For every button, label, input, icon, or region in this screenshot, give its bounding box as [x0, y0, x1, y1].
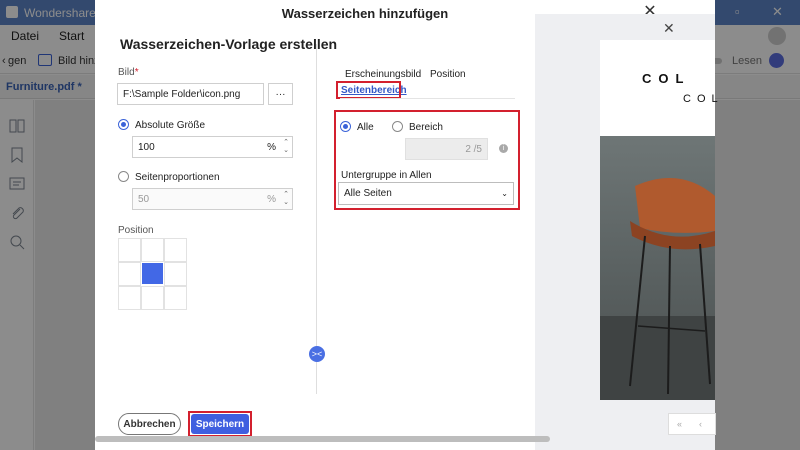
preview-page: COL COL	[600, 40, 718, 400]
tab-highlight-box	[336, 81, 401, 99]
all-pages-label: Alle	[357, 122, 374, 133]
page-proportion-radio[interactable]	[118, 171, 129, 182]
range-label: Bereich	[409, 122, 443, 133]
absolute-size-stepper[interactable]: ⌃ ⌄	[283, 139, 289, 155]
position-cell-center-selected[interactable]	[142, 263, 163, 284]
position-cell-bottom-left[interactable]	[118, 286, 141, 310]
all-pages-radio[interactable]	[340, 121, 351, 132]
cancel-button[interactable]: Abbrechen	[118, 413, 181, 435]
preview-photo	[600, 136, 715, 400]
page-proportion-input[interactable]: 50 % ⌃ ⌄	[132, 188, 293, 210]
info-icon[interactable]: i	[499, 144, 508, 153]
chevron-down-icon: ⌄	[501, 189, 508, 198]
absolute-size-label: Absolute Größe	[135, 120, 206, 131]
page-proportion-stepper[interactable]: ⌃ ⌄	[283, 191, 289, 207]
tab-position[interactable]: Position	[430, 69, 466, 80]
preview-panel: ✕ COL COL « ‹	[535, 14, 718, 450]
position-grid	[118, 238, 188, 310]
watermark-dialog: Wasserzeichen hinzufügen ✕ ✕ COL COL « ‹	[95, 0, 718, 450]
position-cell-middle-right[interactable]	[164, 262, 187, 286]
tab-underline	[340, 98, 515, 99]
browse-button[interactable]: ···	[268, 83, 293, 105]
position-cell-middle-left[interactable]	[118, 262, 141, 286]
preview-close-icon[interactable]: ✕	[663, 20, 675, 37]
horizontal-scrollbar[interactable]	[95, 436, 550, 442]
absolute-size-radio[interactable]	[118, 119, 129, 130]
position-cell-top-right[interactable]	[164, 238, 187, 262]
position-cell-top-center[interactable]	[141, 238, 164, 262]
preview-page-nav[interactable]: « ‹	[668, 413, 716, 435]
subset-label: Untergruppe in Allen	[341, 170, 432, 181]
preview-text-line1: COL	[642, 71, 691, 86]
prev-page-icon[interactable]: «	[677, 419, 682, 429]
position-cell-top-left[interactable]	[118, 238, 141, 262]
image-path-input[interactable]: F:\Sample Folder\icon.png	[117, 83, 264, 105]
save-button[interactable]: Speichern	[191, 414, 249, 434]
column-divider	[316, 44, 317, 394]
position-cell-bottom-center[interactable]	[141, 286, 164, 310]
subset-select[interactable]: Alle Seiten ⌄	[338, 182, 514, 205]
absolute-size-input[interactable]: 100 % ⌃ ⌄	[132, 136, 293, 158]
page-proportion-label: Seitenproportionen	[135, 172, 220, 183]
next-page-icon[interactable]: ‹	[699, 419, 702, 429]
position-cell-bottom-right[interactable]	[164, 286, 187, 310]
collapse-panel-button[interactable]: ><	[309, 346, 325, 362]
dialog-heading: Wasserzeichen-Vorlage erstellen	[120, 36, 338, 52]
range-input[interactable]: 2 /5	[405, 138, 488, 160]
tab-appearance[interactable]: Erscheinungsbild	[345, 69, 421, 80]
preview-text-line2: COL	[683, 93, 724, 105]
position-label: Position	[118, 225, 154, 236]
range-radio[interactable]	[392, 121, 403, 132]
chair-illustration	[600, 178, 715, 400]
image-label: Bild*	[118, 67, 139, 78]
